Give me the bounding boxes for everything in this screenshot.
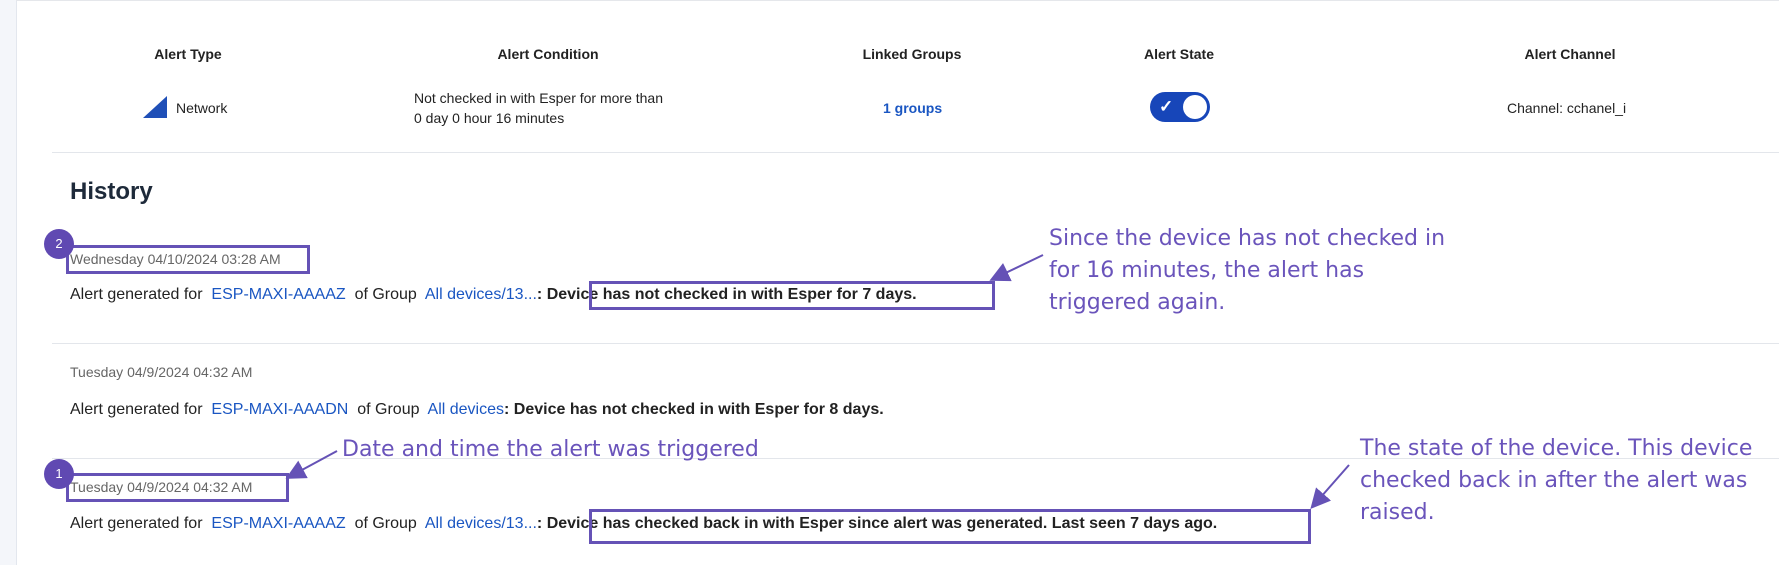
entry-prefix: Alert generated for <box>70 401 203 418</box>
step-badge: 2 <box>44 229 74 259</box>
left-gutter <box>0 0 17 565</box>
header-alert-type: Alert Type <box>154 46 222 62</box>
alert-channel-value: Channel: cchanel_i <box>1507 100 1627 116</box>
header-alert-channel: Alert Channel <box>1524 46 1616 62</box>
entry-separator: : <box>536 286 543 303</box>
entry-separator: : <box>504 401 510 418</box>
header-alert-condition: Alert Condition <box>497 46 599 62</box>
device-link[interactable]: ESP-MAXI-AAAAZ <box>211 515 345 532</box>
device-link[interactable]: ESP-MAXI-AAAAZ <box>211 286 345 303</box>
group-label: of Group <box>354 286 417 303</box>
arrow-retrigger <box>989 254 1044 282</box>
alert-type-value: Network <box>176 100 228 116</box>
group-label: of Group <box>354 515 417 532</box>
header-alert-state: Alert State <box>1143 46 1215 62</box>
history-divider <box>52 343 1779 344</box>
annotation-datetime: Date and time the alert was triggered <box>342 437 759 462</box>
entry-message: Device has not checked in with Esper for… <box>513 401 884 418</box>
group-link[interactable]: All devices <box>428 401 504 418</box>
entry-prefix: Alert generated for <box>70 515 203 532</box>
step-badge: 1 <box>44 459 74 489</box>
annotation-state: The state of the device. This device che… <box>1360 436 1753 525</box>
arrow-datetime <box>285 450 338 479</box>
history-title: History <box>70 178 153 205</box>
header-linked-groups: Linked Groups <box>862 46 962 62</box>
annotation-box-date <box>66 245 310 274</box>
table-divider <box>52 152 1779 153</box>
group-label: of Group <box>357 401 420 418</box>
top-border <box>16 0 1779 1</box>
annotation-box-date <box>66 473 289 502</box>
entry-prefix: Alert generated for <box>70 286 203 303</box>
annotation-box-message <box>589 281 995 310</box>
alert-state-toggle[interactable]: ✓ <box>1150 92 1210 122</box>
arrow-state <box>1310 464 1350 510</box>
alert-condition-line1: Not checked in with Esper for more than <box>414 90 664 106</box>
group-link[interactable]: All devices/13... <box>425 515 537 532</box>
network-signal-icon <box>143 96 167 118</box>
entry-separator: : <box>536 515 543 532</box>
annotation-retrigger: Since the device has not checked in for … <box>1049 226 1446 315</box>
group-link[interactable]: All devices/13... <box>425 286 537 303</box>
linked-groups-link[interactable]: 1 groups <box>883 100 942 116</box>
history-entry-date: Tuesday 04/9/2024 04:32 AM <box>70 364 253 380</box>
history-entry: Alert generated for ESP-MAXI-AAADN of Gr… <box>70 401 884 419</box>
annotation-box-message <box>589 509 1311 544</box>
check-icon: ✓ <box>1159 97 1174 116</box>
toggle-knob <box>1183 95 1207 119</box>
device-link[interactable]: ESP-MAXI-AAADN <box>211 401 348 418</box>
alert-condition-line2: 0 day 0 hour 16 minutes <box>414 110 565 126</box>
